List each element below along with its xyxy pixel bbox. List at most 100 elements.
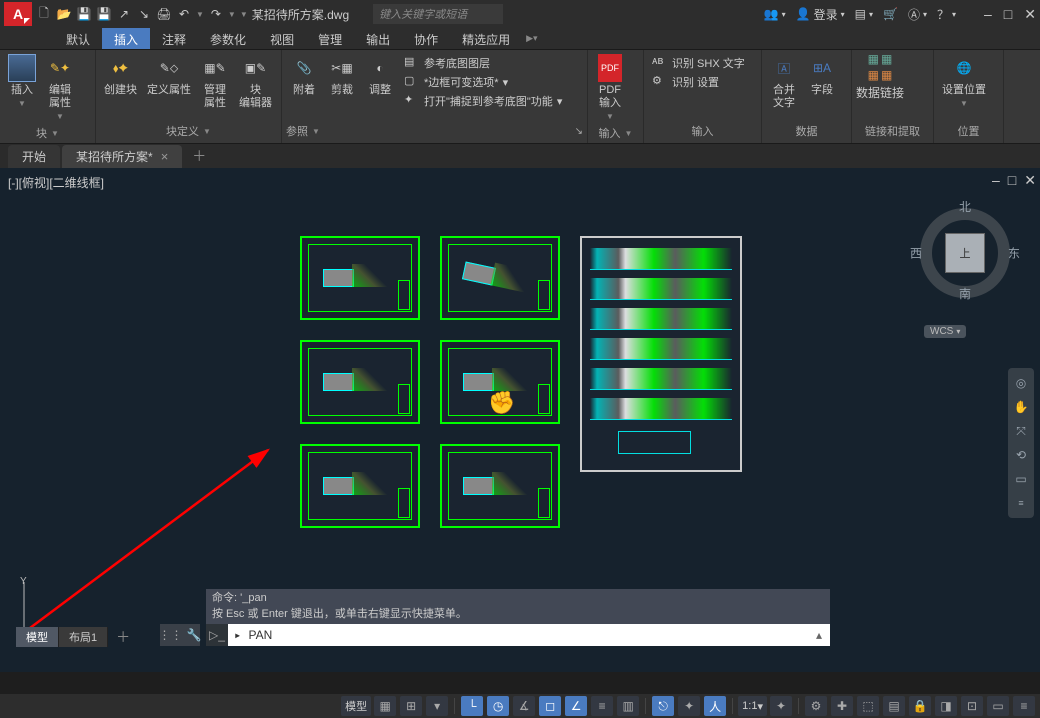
osnap-icon[interactable]: ◻ — [539, 696, 561, 716]
new-icon[interactable]: 🗋 — [36, 6, 52, 22]
view-label[interactable]: [-][俯视][二维线框] — [8, 174, 104, 191]
hw-accel-icon[interactable]: ⊡ — [961, 696, 983, 716]
viewcube-north[interactable]: 北 — [959, 198, 971, 215]
zoom-extents-icon[interactable]: ⤧ — [1012, 422, 1030, 440]
saveas-icon[interactable]: 💾 — [96, 6, 112, 22]
recognize-shx-button[interactable]: ᴀʙ识别 SHX 文字 — [650, 54, 747, 72]
web-open-icon[interactable]: ↗ — [116, 6, 132, 22]
qat-more-icon[interactable]: ▼ — [240, 10, 248, 19]
viewcube-top-face[interactable]: 上 — [945, 233, 985, 273]
ole-icon[interactable]: ▦ — [881, 68, 892, 82]
sheet-6[interactable] — [440, 444, 560, 528]
quickprops-icon[interactable]: ▤ — [883, 696, 905, 716]
frames-option-button[interactable]: ▢*边框可变选项* ▾ — [402, 73, 564, 91]
ortho-icon[interactable]: └ — [461, 696, 483, 716]
lwt-icon[interactable]: ≡ — [591, 696, 613, 716]
undo-dropdown-icon[interactable]: ▼ — [196, 10, 204, 19]
sheet-1[interactable] — [300, 236, 420, 320]
units-icon[interactable]: ⬚ — [857, 696, 879, 716]
merge-text-button[interactable]: 🄰合并 文字 — [766, 52, 802, 112]
3dosnap-icon[interactable]: ✦ — [678, 696, 700, 716]
viewcube-south[interactable]: 南 — [959, 285, 971, 302]
login-button[interactable]: 👤 登录 ▾ — [796, 6, 845, 23]
redo-icon[interactable]: ↷ — [208, 6, 224, 22]
nav-wheel-icon[interactable]: ◎ — [1012, 374, 1030, 392]
drawing-area[interactable]: [-][俯视][二维线框] – □ ✕ 北 南 东 西 上 WCS▾ ◎ ✋ ⤧… — [0, 168, 1040, 672]
showmotion-icon[interactable]: ▭ — [1012, 470, 1030, 488]
view-close-icon[interactable]: ✕ — [1024, 172, 1036, 189]
cart-button[interactable]: 🛒 — [883, 7, 898, 21]
minimize-button[interactable]: – — [984, 6, 992, 23]
tab-default[interactable]: 默认 — [54, 28, 102, 49]
tab-insert[interactable]: 插入 — [102, 28, 150, 49]
pdf-import-button[interactable]: PDFPDF 输入▼ — [592, 52, 628, 123]
field-button[interactable]: ⊞A字段 — [804, 52, 840, 99]
sheet-3[interactable] — [300, 340, 420, 424]
command-recent-icon[interactable]: ▴ — [808, 628, 830, 642]
command-handle[interactable]: ⋮⋮🔧 — [160, 624, 200, 646]
close-button[interactable]: ✕ — [1024, 6, 1036, 23]
tab-featured[interactable]: 精选应用 — [450, 28, 522, 49]
tab-manage[interactable]: 管理 — [306, 28, 354, 49]
tab-collab[interactable]: 协作 — [402, 28, 450, 49]
transparency-icon[interactable]: ▥ — [617, 696, 639, 716]
insert-block-button[interactable]: 插入 ▼ — [4, 52, 40, 110]
snap-underlay-button[interactable]: ✦打开"捕捉到参考底图"功能 ▾ — [402, 92, 564, 110]
underlay-layers-button[interactable]: ▤参考底图图层 — [402, 54, 564, 72]
ribbon-expand-icon[interactable]: ▶▾ — [526, 28, 537, 49]
clip-button[interactable]: ✂▦剪裁 — [324, 52, 360, 99]
chevron-down-icon[interactable]: ▼ — [51, 129, 59, 138]
web-save-icon[interactable]: ↘ — [136, 6, 152, 22]
layout-tab-model[interactable]: 模型 — [16, 627, 59, 647]
sheet-5[interactable] — [300, 444, 420, 528]
status-scale[interactable]: 1:1 ▾ — [738, 696, 767, 716]
help-button[interactable]: ？ ▾ — [937, 6, 956, 23]
tab-file-active[interactable]: 某招待所方案*× — [62, 145, 182, 168]
status-model-button[interactable]: 模型 — [341, 696, 371, 716]
redo-dropdown-icon[interactable]: ▼ — [228, 10, 236, 19]
xa-button[interactable]: Ⓐ ▾ — [908, 6, 927, 23]
open-icon[interactable]: 📂 — [56, 6, 72, 22]
print-icon[interactable]: 🖨 — [156, 6, 172, 22]
grid-icon[interactable]: ▦ — [374, 696, 396, 716]
elevation-sheet[interactable] — [580, 236, 742, 472]
polar-icon[interactable]: ◷ — [487, 696, 509, 716]
tab-start[interactable]: 开始 — [8, 145, 60, 168]
dyn-ucs-icon[interactable]: 人 — [704, 696, 726, 716]
wrench-icon[interactable]: 🔧 — [187, 628, 202, 642]
lock-ui-icon[interactable]: 🔒 — [909, 696, 931, 716]
define-attr-button[interactable]: ✎⬦定义属性 — [143, 52, 195, 99]
viewcube[interactable]: 北 南 东 西 上 WCS▾ — [910, 198, 1020, 328]
viewcube-west[interactable]: 西 — [910, 245, 922, 262]
attach-button[interactable]: 📎附着 — [286, 52, 322, 99]
create-block-button[interactable]: ⬧✦创建块 — [100, 52, 141, 99]
annomon-icon[interactable]: ✚ — [831, 696, 853, 716]
layout-add-button[interactable]: ＋ — [108, 625, 138, 649]
customize-icon[interactable]: ≡ — [1013, 696, 1035, 716]
view-maximize-icon[interactable]: □ — [1008, 172, 1016, 189]
workspace-icon[interactable]: ⚙ — [805, 696, 827, 716]
undo-icon[interactable]: ↶ — [176, 6, 192, 22]
recognize-settings-button[interactable]: ⚙识别 设置 — [650, 73, 747, 91]
app-exchange-button[interactable]: ▤ ▾ — [855, 7, 873, 21]
panel-dialog-icon[interactable]: ↘ — [575, 126, 583, 137]
orbit-icon[interactable]: ⟲ — [1012, 446, 1030, 464]
tab-parametric[interactable]: 参数化 — [198, 28, 258, 49]
viewcube-east[interactable]: 东 — [1008, 245, 1020, 262]
chevron-down-icon[interactable]: ▼ — [625, 129, 633, 138]
layout-tab-layout1[interactable]: 布局1 — [59, 627, 108, 647]
search-input[interactable]: 键入关键字或短语 — [373, 4, 503, 24]
command-prompt-icon[interactable]: ▷_ — [206, 624, 228, 646]
close-tab-icon[interactable]: × — [161, 149, 169, 164]
snap-icon[interactable]: ⊞ — [400, 696, 422, 716]
pan-icon[interactable]: ✋ — [1012, 398, 1030, 416]
chevron-down-icon[interactable]: ▼ — [312, 127, 320, 136]
otrack-icon[interactable]: ∠ — [565, 696, 587, 716]
sheet-2[interactable] — [440, 236, 560, 320]
chevron-down-icon[interactable]: ▼ — [203, 127, 211, 136]
tab-annotate[interactable]: 注释 — [150, 28, 198, 49]
edit-attributes-button[interactable]: ✎✦ 编辑 属性 ▼ — [42, 52, 78, 123]
tab-view[interactable]: 视图 — [258, 28, 306, 49]
manage-attr-button[interactable]: ▦✎管理 属性 — [197, 52, 233, 112]
refresh-icon[interactable]: ▦ — [881, 52, 892, 66]
